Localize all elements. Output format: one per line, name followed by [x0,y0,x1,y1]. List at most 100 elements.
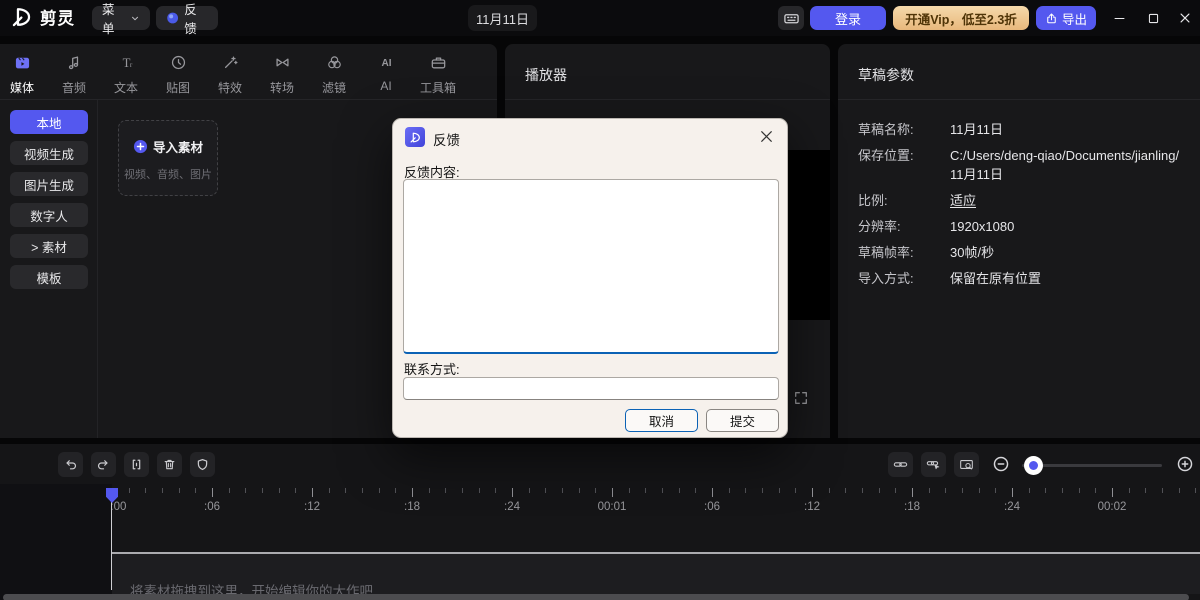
dialog-close-button[interactable] [758,128,775,145]
param-value-ratio-link[interactable]: 适应 [950,191,1180,210]
tab-ai-label: AI [360,79,412,93]
ruler-tick [1145,488,1146,493]
zoom-out-button[interactable] [992,455,1010,473]
ruler-label: :18 [382,501,442,513]
tab-transition[interactable]: 转场 [256,50,308,98]
window-close-button[interactable] [1170,0,1200,36]
ruler-tick [445,488,446,493]
close-icon [1178,11,1192,25]
ruler-tick [1029,488,1030,493]
track-header-column [0,484,112,600]
tab-sticker-label: 贴图 [152,79,204,96]
document-title: 11月11日 [468,5,537,31]
login-button[interactable]: 登录 [810,6,886,30]
import-material-card[interactable]: 导入素材 视频、音频、图片 [118,120,218,196]
fullscreen-icon [793,390,809,406]
submit-button[interactable]: 提交 [706,409,779,432]
ruler-tick [895,488,896,493]
ruler-label: 00:02 [1082,501,1142,513]
ruler-tick [845,488,846,493]
export-icon [1045,12,1058,25]
split-button[interactable] [124,452,149,477]
preview-frame-button[interactable] [954,452,979,477]
ruler-tick [645,488,646,493]
link-icon [893,457,908,472]
ruler-tick [279,488,280,493]
contact-input[interactable] [403,377,779,400]
ruler-tick [295,488,296,493]
filter-icon [326,54,343,71]
dialog-logo-icon [409,131,422,144]
feedback-content-input[interactable] [403,179,779,354]
param-value: 11月11日 [950,120,1180,139]
undo-button[interactable] [58,452,83,477]
tab-filter[interactable]: 滤镜 [308,50,360,98]
tab-effects[interactable]: 特效 [204,50,256,98]
sidebar-item-template[interactable]: 模板 [10,265,88,289]
delete-button[interactable] [157,452,182,477]
ai-icon: AI [378,54,395,71]
tab-sticker[interactable]: 贴图 [152,50,204,98]
link-button[interactable] [888,452,913,477]
ruler-label: :12 [782,501,842,513]
tab-toolbox[interactable]: 工具箱 [412,50,464,98]
audio-icon [66,54,83,71]
svg-text:AI: AI [381,58,391,69]
ruler-tick [162,488,163,493]
maximize-button[interactable] [1138,0,1168,36]
ruler-label: :06 [182,501,242,513]
tab-media[interactable]: 媒体 [0,50,48,98]
sidebar-item-local[interactable]: 本地 [10,110,88,134]
ruler-tick [762,488,763,493]
menu-button[interactable]: 菜单 [92,6,150,30]
sidebar-item-digital-human[interactable]: 数字人 [10,203,88,227]
shortcuts-button[interactable] [778,6,804,30]
timeline-zoom-slider-thumb[interactable] [1024,456,1043,475]
ruler-tick [1062,488,1063,493]
feedback-button[interactable]: 反馈 [156,6,218,30]
toolbox-icon [430,54,447,71]
redo-button[interactable] [91,452,116,477]
fullscreen-button[interactable] [793,390,809,406]
sidebar-item-material[interactable]: > 素材 [10,234,88,258]
timeline-ruler[interactable] [0,488,1200,498]
tab-text[interactable]: Tr 文本 [100,50,152,98]
ruler-tick [545,488,546,493]
tab-ai[interactable]: AI AI [360,50,412,98]
cancel-button[interactable]: 取消 [625,409,698,432]
ruler-tick [1195,488,1196,493]
ruler-tick [395,488,396,493]
tab-media-label: 媒体 [0,79,48,96]
tab-text-label: 文本 [100,79,152,96]
vip-button[interactable]: 开通Vip，低至2.3折 [893,6,1029,30]
tab-audio-label: 音频 [48,79,100,96]
mask-button[interactable] [190,452,215,477]
ruler-tick [362,488,363,493]
tabs-divider [0,99,497,100]
login-button-label: 登录 [835,9,861,28]
minimize-button[interactable] [1104,0,1134,36]
chat-bubble-icon [166,11,179,25]
zoom-in-icon [1176,455,1194,473]
export-button[interactable]: 导出 [1036,6,1096,30]
ruler-tick [179,488,180,493]
zoom-in-button[interactable] [1176,455,1194,473]
ruler-tick [345,488,346,493]
tab-audio[interactable]: 音频 [48,50,100,98]
effects-wand-icon [222,54,239,71]
param-label: 草稿帧率: [858,243,950,262]
auto-link-button[interactable] [921,452,946,477]
transition-icon [274,54,291,71]
sidebar-item-video-gen[interactable]: 视频生成 [10,141,88,165]
horizontal-scrollbar[interactable] [3,594,1189,600]
param-label: 分辨率: [858,217,950,236]
ruler-label: :24 [982,501,1042,513]
player-divider [505,99,830,100]
timeline-zoom-slider-track[interactable] [1022,464,1162,467]
sidebar-item-image-gen[interactable]: 图片生成 [10,172,88,196]
maximize-icon [1147,12,1160,25]
text-icon: Tr [118,54,135,71]
ruler-tick [495,488,496,493]
ruler-label: 00:01 [582,501,642,513]
ruler-tick [779,488,780,493]
